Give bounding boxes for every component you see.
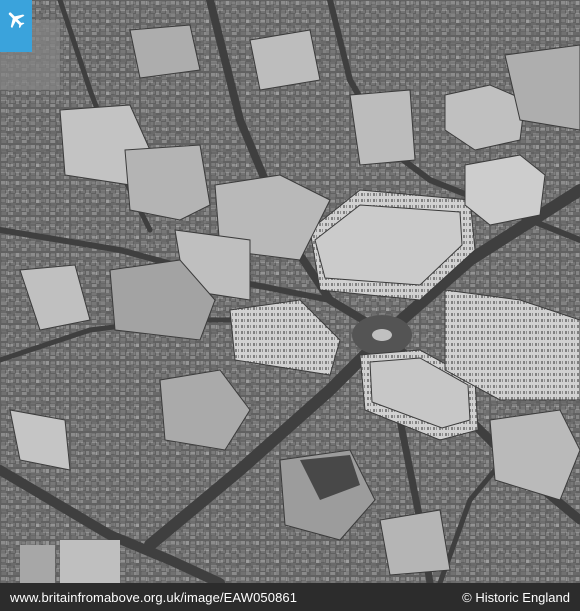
photo-frame: www.britainfromabove.org.uk/image/EAW050… xyxy=(0,0,580,611)
copyright-credit: © Historic England xyxy=(462,589,570,605)
image-url-link[interactable]: www.britainfromabove.org.uk/image/EAW050… xyxy=(10,590,297,605)
airplane-icon xyxy=(8,12,25,29)
aerial-photograph xyxy=(0,0,580,583)
footer-bar: www.britainfromabove.org.uk/image/EAW050… xyxy=(0,583,580,611)
airplane-badge[interactable] xyxy=(0,0,32,52)
